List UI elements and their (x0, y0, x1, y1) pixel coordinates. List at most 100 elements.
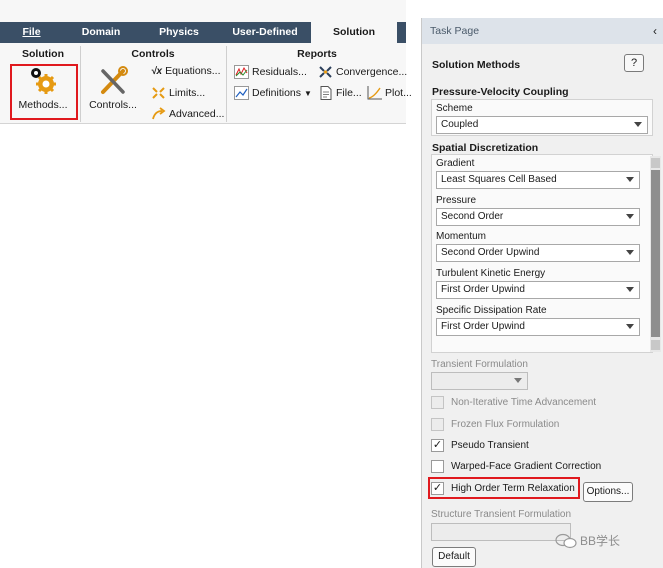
non-iterative-label: Non-Iterative Time Advancement (451, 397, 597, 408)
structure-transient-select (431, 523, 571, 541)
frozen-flux-label: Frozen Flux Formulation (451, 419, 560, 430)
tke-label: Turbulent Kinetic Energy (436, 268, 546, 279)
definitions-label: Definitions (252, 87, 302, 99)
watermark: BB学长 (555, 532, 620, 549)
group-separator (80, 46, 81, 122)
group-title-solution: Solution (22, 48, 64, 60)
limits-label: Limits... (169, 87, 206, 99)
tab-user-defined[interactable]: User-Defined (219, 22, 311, 43)
residuals-button[interactable]: Residuals... (234, 65, 307, 79)
tke-value: First Order Upwind (441, 284, 525, 295)
chevron-down-icon (634, 122, 642, 127)
pressure-label: Pressure (436, 195, 477, 206)
group-title-reports: Reports (297, 48, 337, 60)
chevron-down-icon: ▼ (304, 88, 312, 98)
chevron-down-icon (626, 214, 634, 219)
tab-file[interactable]: File (0, 22, 63, 43)
scroll-up-icon[interactable] (651, 158, 660, 168)
report-file-button[interactable]: File... (318, 86, 362, 100)
task-page-header-title: Task Page (430, 25, 480, 37)
default-button[interactable]: Default (432, 547, 476, 567)
group-title-controls: Controls (131, 48, 175, 60)
ribbon: File Domain Physics User-Defined Solutio… (0, 0, 412, 124)
chevron-down-icon (626, 250, 634, 255)
tab-domain[interactable]: Domain (63, 22, 139, 43)
help-button[interactable]: ? (624, 54, 644, 72)
plot-button[interactable]: Plot... (367, 86, 412, 100)
warped-face-checkbox-row[interactable]: Warped-Face Gradient Correction (431, 460, 601, 473)
highlight-high-order-box (428, 477, 580, 499)
plot-label: Plot... (385, 87, 412, 99)
collapse-icon[interactable]: ‹ (653, 18, 657, 44)
spatial-discretization-title: Spatial Discretization (432, 142, 539, 154)
pressure-value: Second Order (441, 211, 504, 222)
spatial-scrollbar[interactable] (650, 156, 661, 352)
residuals-icon (234, 65, 249, 79)
gradient-label: Gradient (436, 158, 475, 169)
frozen-flux-checkbox (431, 418, 444, 431)
report-file-label: File... (336, 87, 362, 99)
scrollbar-thumb[interactable] (651, 170, 660, 337)
pseudo-transient-checkbox-row[interactable]: ✓ Pseudo Transient (431, 439, 529, 452)
transient-formulation-label: Transient Formulation (431, 359, 528, 370)
residuals-label: Residuals... (252, 66, 307, 78)
controls-button-label: Controls... (89, 99, 137, 111)
pseudo-transient-label: Pseudo Transient (451, 440, 529, 451)
momentum-label: Momentum (436, 231, 487, 242)
task-page-header: Task Page ‹ (422, 18, 663, 44)
advanced-label: Advanced... (169, 108, 225, 120)
highlight-methods-box (10, 64, 78, 120)
spatial-discretization-panel: Gradient Least Squares Cell Based Pressu… (431, 154, 661, 353)
tab-physics[interactable]: Physics (139, 22, 219, 43)
chevron-down-icon (514, 378, 522, 383)
advanced-button[interactable]: Advanced... (151, 107, 224, 121)
function-icon: √x (151, 65, 163, 77)
pressure-select[interactable]: Second Order (436, 208, 640, 226)
pseudo-transient-checkbox[interactable]: ✓ (431, 439, 444, 452)
page-title: Solution Methods (432, 59, 521, 71)
scroll-down-icon[interactable] (651, 340, 660, 350)
limits-icon (152, 87, 165, 99)
gradient-select[interactable]: Least Squares Cell Based (436, 171, 640, 189)
wechat-icon (555, 533, 577, 548)
convergence-label: Convergence... (336, 66, 408, 78)
tab-solution[interactable]: Solution (311, 22, 397, 43)
controls-button[interactable]: Controls... (88, 65, 138, 111)
ribbon-groups: Solution Methods... Controls Controls...… (0, 43, 412, 123)
convergence-icon (319, 66, 332, 78)
scheme-label: Scheme (436, 103, 473, 114)
chevron-down-icon (626, 177, 634, 182)
pv-coupling-panel: Scheme Coupled (431, 99, 653, 136)
sdr-value: First Order Upwind (441, 321, 525, 332)
ribbon-tab-bar: File Domain Physics User-Defined Solutio… (0, 22, 406, 43)
watermark-text: BB学长 (580, 534, 621, 548)
equations-label: Equations... (165, 65, 221, 77)
momentum-select[interactable]: Second Order Upwind (436, 244, 640, 262)
tools-icon (101, 66, 128, 94)
chevron-down-icon (626, 287, 634, 292)
file-icon (320, 86, 332, 100)
warped-face-label: Warped-Face Gradient Correction (451, 461, 602, 472)
transient-formulation-select (431, 372, 528, 390)
gradient-value: Least Squares Cell Based (441, 174, 557, 185)
equations-button[interactable]: √x Equations... (151, 65, 221, 77)
advanced-arrow-icon (152, 107, 166, 120)
chevron-down-icon (626, 324, 634, 329)
group-separator (226, 46, 227, 122)
warped-face-checkbox[interactable] (431, 460, 444, 473)
non-iterative-checkbox (431, 396, 444, 409)
sdr-label: Specific Dissipation Rate (436, 305, 547, 316)
definitions-button[interactable]: Definitions ▼ (234, 86, 312, 100)
task-page: Task Page ‹ Solution Methods ? Pressure-… (421, 18, 663, 568)
non-iterative-checkbox-row: Non-Iterative Time Advancement (431, 396, 596, 409)
tke-select[interactable]: First Order Upwind (436, 281, 640, 299)
options-button[interactable]: Options... (583, 482, 633, 502)
limits-button[interactable]: Limits... (151, 86, 205, 100)
scheme-value: Coupled (441, 119, 479, 130)
plot-icon (367, 86, 382, 100)
definitions-icon (234, 86, 249, 100)
scheme-select[interactable]: Coupled (436, 116, 648, 134)
convergence-button[interactable]: Convergence... (318, 65, 407, 79)
pv-coupling-title: Pressure-Velocity Coupling (432, 86, 569, 98)
sdr-select[interactable]: First Order Upwind (436, 318, 640, 336)
